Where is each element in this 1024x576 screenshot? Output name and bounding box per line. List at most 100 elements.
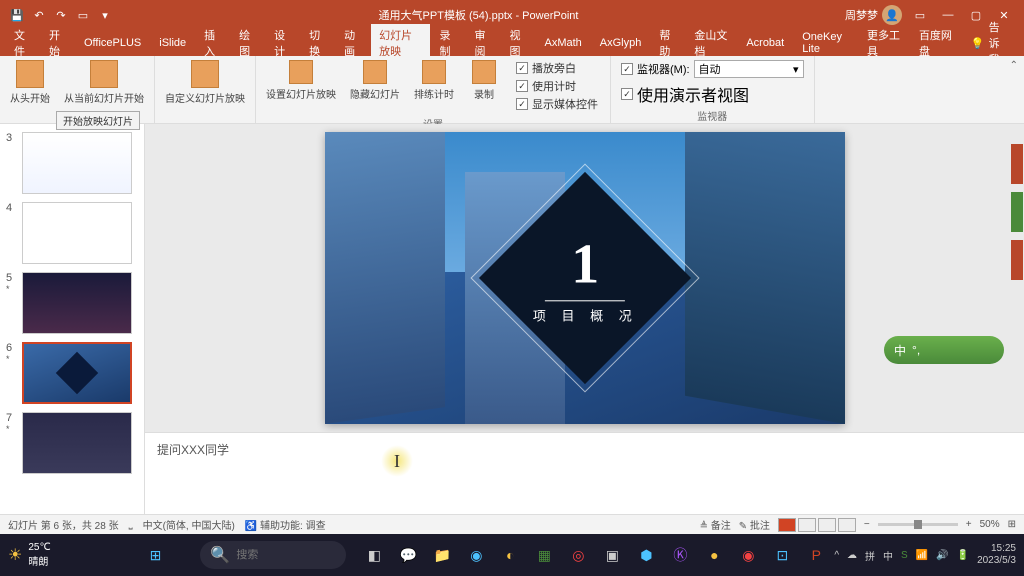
- rehearse-button[interactable]: 排练计时: [410, 58, 458, 114]
- tray-ime-icon-3[interactable]: S: [901, 550, 908, 561]
- accessibility-status[interactable]: ♿ 辅助功能: 调查: [245, 517, 326, 532]
- app-icon-3[interactable]: ▦: [530, 541, 558, 569]
- setup-show-button[interactable]: 设置幻灯片放映: [262, 58, 340, 114]
- chevron-down-icon: ▾: [793, 63, 799, 76]
- app-icon-8[interactable]: ●: [700, 541, 728, 569]
- statusbar: 幻灯片 第 6 张，共 28 张 ⎵ 中文(简体, 中国大陆) ♿ 辅助功能: …: [0, 514, 1024, 534]
- explorer-icon[interactable]: 📁: [428, 541, 456, 569]
- search-icon: 🔍: [210, 545, 230, 565]
- sorter-view-button[interactable]: [798, 518, 816, 532]
- thumbnail-5[interactable]: 5*: [0, 268, 144, 338]
- app-icon-10[interactable]: ⊡: [768, 541, 796, 569]
- thumb-image: [22, 272, 132, 334]
- ime-indicator[interactable]: 中 °,: [884, 336, 1004, 364]
- slide-area: 1 项 目 概 况 提问XXX同学 I: [145, 124, 1024, 514]
- fit-window-button[interactable]: ⊞: [1008, 519, 1016, 530]
- custom-show-button[interactable]: 自定义幻灯片放映: [161, 58, 249, 121]
- tray-ime-icon-1[interactable]: 拼: [865, 548, 875, 563]
- monitor-checkbox-icon[interactable]: ✓: [621, 63, 633, 75]
- slideshow-view-button[interactable]: [838, 518, 856, 532]
- menu-axmath[interactable]: AxMath: [536, 34, 589, 52]
- tray-wifi-icon[interactable]: 📶: [916, 550, 928, 561]
- menu-islide[interactable]: iSlide: [151, 34, 194, 52]
- app-icon-2[interactable]: ◐: [496, 541, 524, 569]
- qat-dropdown-icon[interactable]: ▾: [98, 8, 112, 22]
- avatar-icon: 👤: [882, 5, 902, 25]
- checkbox-icon: ✓: [516, 80, 528, 92]
- menubar: 文件 开始 OfficePLUS iSlide 插入 绘图 设计 切换 动画 幻…: [0, 30, 1024, 56]
- qat-start-icon[interactable]: ▭: [76, 8, 90, 22]
- tray-clock[interactable]: 15:25 2023/5/3: [977, 543, 1016, 567]
- right-tool-2[interactable]: [1011, 192, 1023, 232]
- taskbar-search[interactable]: 🔍: [200, 541, 346, 569]
- app-icon-7[interactable]: Ⓚ: [666, 541, 694, 569]
- app-icon-4[interactable]: ◎: [564, 541, 592, 569]
- record-icon: [472, 60, 496, 84]
- ime-mode-icon: °,: [912, 343, 920, 357]
- thumbnail-6[interactable]: 6*: [0, 338, 144, 408]
- tray-volume-icon[interactable]: 🔊: [936, 550, 948, 561]
- slide-subtitle: 项 目 概 况: [532, 305, 637, 324]
- undo-icon[interactable]: ↶: [32, 8, 46, 22]
- menu-onekey[interactable]: OneKey Lite: [794, 28, 857, 58]
- right-tool-1[interactable]: [1011, 144, 1023, 184]
- normal-view-button[interactable]: [778, 518, 796, 532]
- ribbon-options-icon[interactable]: ▭: [910, 5, 930, 25]
- notes-text: 提问XXX同学: [157, 443, 229, 457]
- play-narration-checkbox[interactable]: ✓播放旁白: [516, 60, 598, 76]
- app-icon-1[interactable]: ◉: [462, 541, 490, 569]
- setup-icon: [289, 60, 313, 84]
- tray-chevron-icon[interactable]: ^: [834, 550, 839, 561]
- app-icon-6[interactable]: ⬢: [632, 541, 660, 569]
- taskbar: ☀ 25℃ 晴朗 ⊞ 🔍 ◧ 💬 📁 ◉ ◐ ▦ ◎ ▣ ⬢ Ⓚ ● ◉ ⊡ P…: [0, 534, 1024, 576]
- app-icon-9[interactable]: ◉: [734, 541, 762, 569]
- checkbox-icon: ✓: [621, 88, 633, 100]
- monitor-label: 监视器(M):: [637, 61, 690, 77]
- presenter-view-checkbox[interactable]: ✓使用演示者视图: [617, 82, 808, 106]
- hide-slide-button[interactable]: 隐藏幻灯片: [346, 58, 404, 114]
- autosave-icon[interactable]: 💾: [10, 8, 24, 22]
- zoom-in-button[interactable]: +: [966, 519, 972, 530]
- search-input[interactable]: [236, 549, 336, 561]
- thumb-image: [22, 342, 132, 404]
- zoom-out-button[interactable]: −: [864, 519, 870, 530]
- chat-icon[interactable]: 💬: [394, 541, 422, 569]
- bulb-icon: 💡: [971, 37, 985, 50]
- user-account[interactable]: 周梦梦 👤: [845, 5, 902, 25]
- thumbnail-panel[interactable]: 3 4 5* 6* 7*: [0, 124, 145, 514]
- record-button[interactable]: 录制: [464, 58, 504, 114]
- slide-canvas[interactable]: 1 项 目 概 况: [145, 124, 1024, 432]
- menu-axglyph[interactable]: AxGlyph: [592, 34, 650, 52]
- notes-pane[interactable]: 提问XXX同学 I: [145, 432, 1024, 514]
- zoom-slider[interactable]: [878, 523, 958, 526]
- thumbnail-7[interactable]: 7*: [0, 408, 144, 478]
- language-status[interactable]: 中文(简体, 中国大陆): [143, 517, 235, 532]
- zoom-level[interactable]: 50%: [980, 519, 1000, 530]
- task-view-icon[interactable]: ◧: [360, 541, 388, 569]
- proofing-icon[interactable]: ⎵: [129, 519, 133, 530]
- weather-widget[interactable]: ☀ 25℃ 晴朗: [8, 542, 51, 568]
- minimize-icon[interactable]: —: [938, 5, 958, 25]
- from-beginning-button[interactable]: 从头开始: [6, 58, 54, 121]
- monitor-select[interactable]: 自动▾: [694, 60, 804, 78]
- timer-icon: [422, 60, 446, 84]
- tray-ime-icon-2[interactable]: 中: [883, 548, 893, 563]
- thumbnail-4[interactable]: 4: [0, 198, 144, 268]
- show-media-checkbox[interactable]: ✓显示媒体控件: [516, 96, 598, 112]
- comments-toggle[interactable]: ✎ 批注: [739, 517, 770, 532]
- use-timings-checkbox[interactable]: ✓使用计时: [516, 78, 598, 94]
- app-icon-5[interactable]: ▣: [598, 541, 626, 569]
- collapse-ribbon-icon[interactable]: ⌃: [1010, 60, 1018, 71]
- notes-toggle[interactable]: ≜ 备注: [700, 517, 731, 532]
- tray-battery-icon[interactable]: 🔋: [957, 550, 969, 561]
- powerpoint-icon[interactable]: P: [802, 541, 830, 569]
- right-tool-3[interactable]: [1011, 240, 1023, 280]
- thumbnail-3[interactable]: 3: [0, 128, 144, 198]
- tray-onedrive-icon[interactable]: ☁: [847, 550, 857, 561]
- start-button[interactable]: ⊞: [145, 541, 167, 569]
- menu-acrobat[interactable]: Acrobat: [738, 34, 792, 52]
- menu-officeplus[interactable]: OfficePLUS: [76, 34, 149, 52]
- redo-icon[interactable]: ↷: [54, 8, 68, 22]
- user-name: 周梦梦: [845, 7, 878, 23]
- reading-view-button[interactable]: [818, 518, 836, 532]
